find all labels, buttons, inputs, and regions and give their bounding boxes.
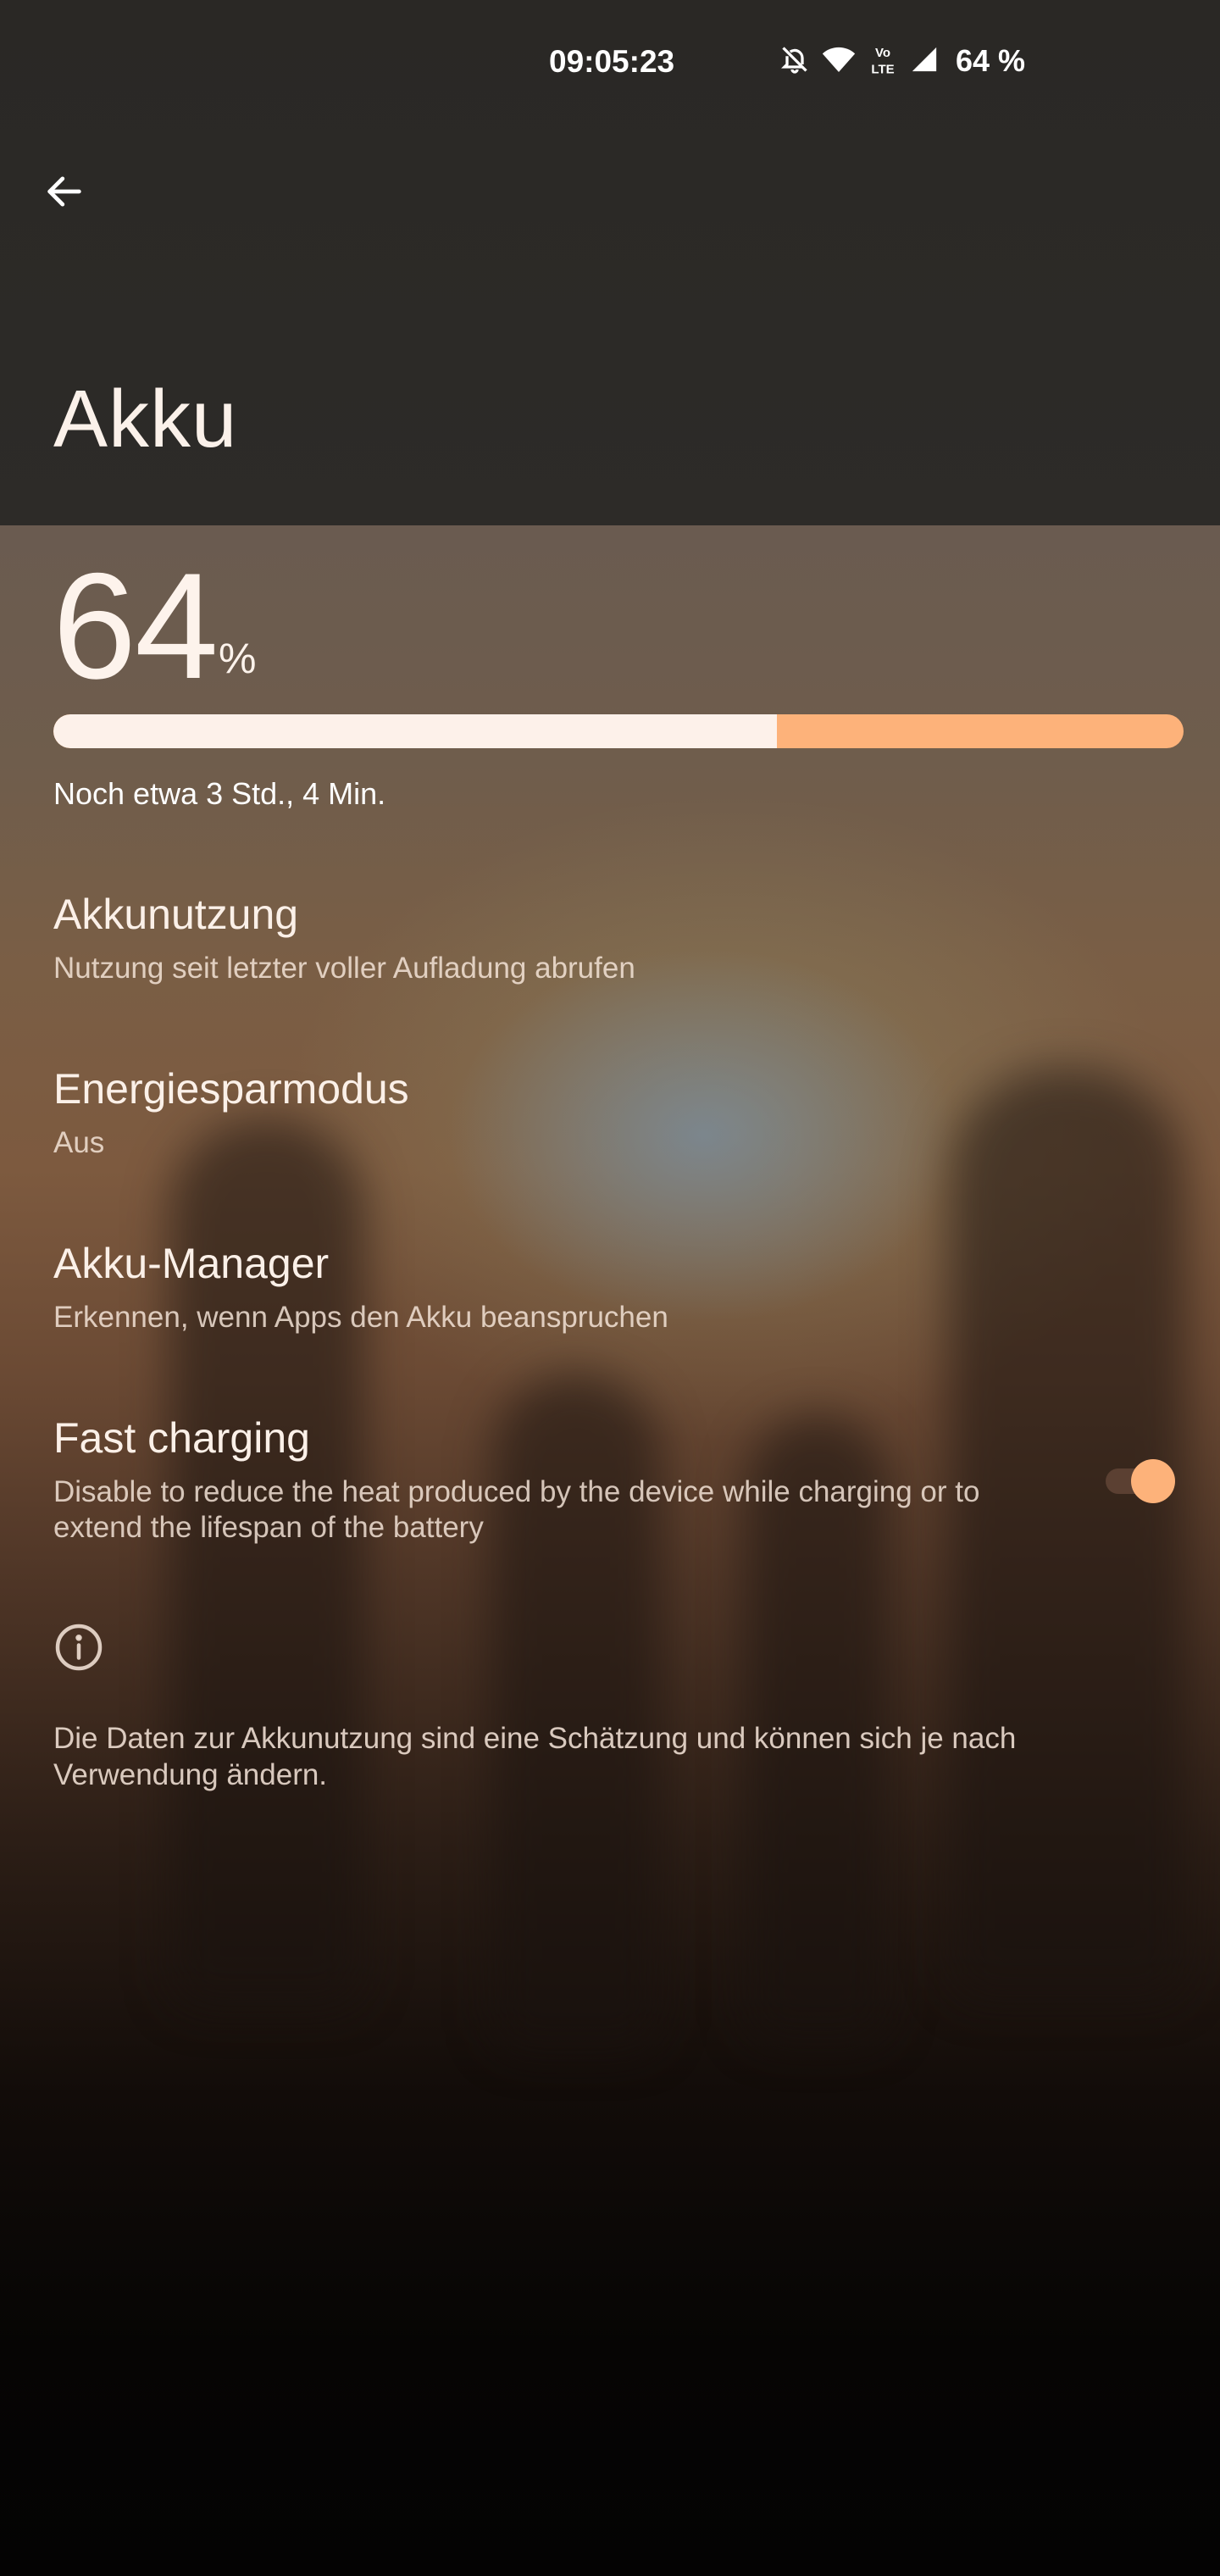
- back-button[interactable]: [34, 161, 95, 222]
- pref-summary: Disable to reduce the heat produced by t…: [53, 1475, 980, 1544]
- status-icons: Vo LTE 64 %: [779, 42, 1025, 80]
- page-title: Akku: [53, 374, 238, 464]
- volte-icon: Vo LTE: [868, 42, 898, 80]
- status-time: 09:05:23: [549, 44, 675, 79]
- toggle-thumb: [1131, 1459, 1175, 1503]
- pref-title: Akkunutzung: [53, 891, 299, 938]
- battery-percent: 64: [53, 541, 219, 710]
- fast-charging-toggle[interactable]: [1104, 1456, 1177, 1503]
- bell-off-icon: [779, 44, 810, 79]
- pref-summary: Erkennen, wenn Apps den Akku beanspruche…: [53, 1301, 668, 1334]
- info-icon: [53, 1622, 104, 1673]
- arrow-back-icon: [47, 176, 81, 207]
- pref-title: Fast charging: [53, 1414, 310, 1462]
- signal-icon: [910, 45, 939, 78]
- svg-text:LTE: LTE: [871, 62, 894, 76]
- battery-level-fill: [53, 714, 777, 748]
- pref-title: Energiesparmodus: [53, 1065, 409, 1113]
- pref-title: Akku-Manager: [53, 1240, 330, 1287]
- battery-percent-unit: %: [219, 635, 257, 682]
- pref-summary: Nutzung seit letzter voller Aufladung ab…: [53, 952, 635, 985]
- battery-remaining-time: Noch etwa 3 Std., 4 Min.: [53, 776, 386, 811]
- wallpaper-background: [0, 525, 1220, 2576]
- pref-summary: Aus: [53, 1126, 105, 1159]
- footer-note: Die Daten zur Akkunutzung sind eine Schä…: [53, 1722, 1017, 1791]
- status-battery-text: 64 %: [956, 43, 1026, 78]
- svg-text:Vo: Vo: [875, 46, 890, 60]
- wifi-icon: [822, 44, 856, 79]
- battery-level-bar: [53, 714, 1184, 748]
